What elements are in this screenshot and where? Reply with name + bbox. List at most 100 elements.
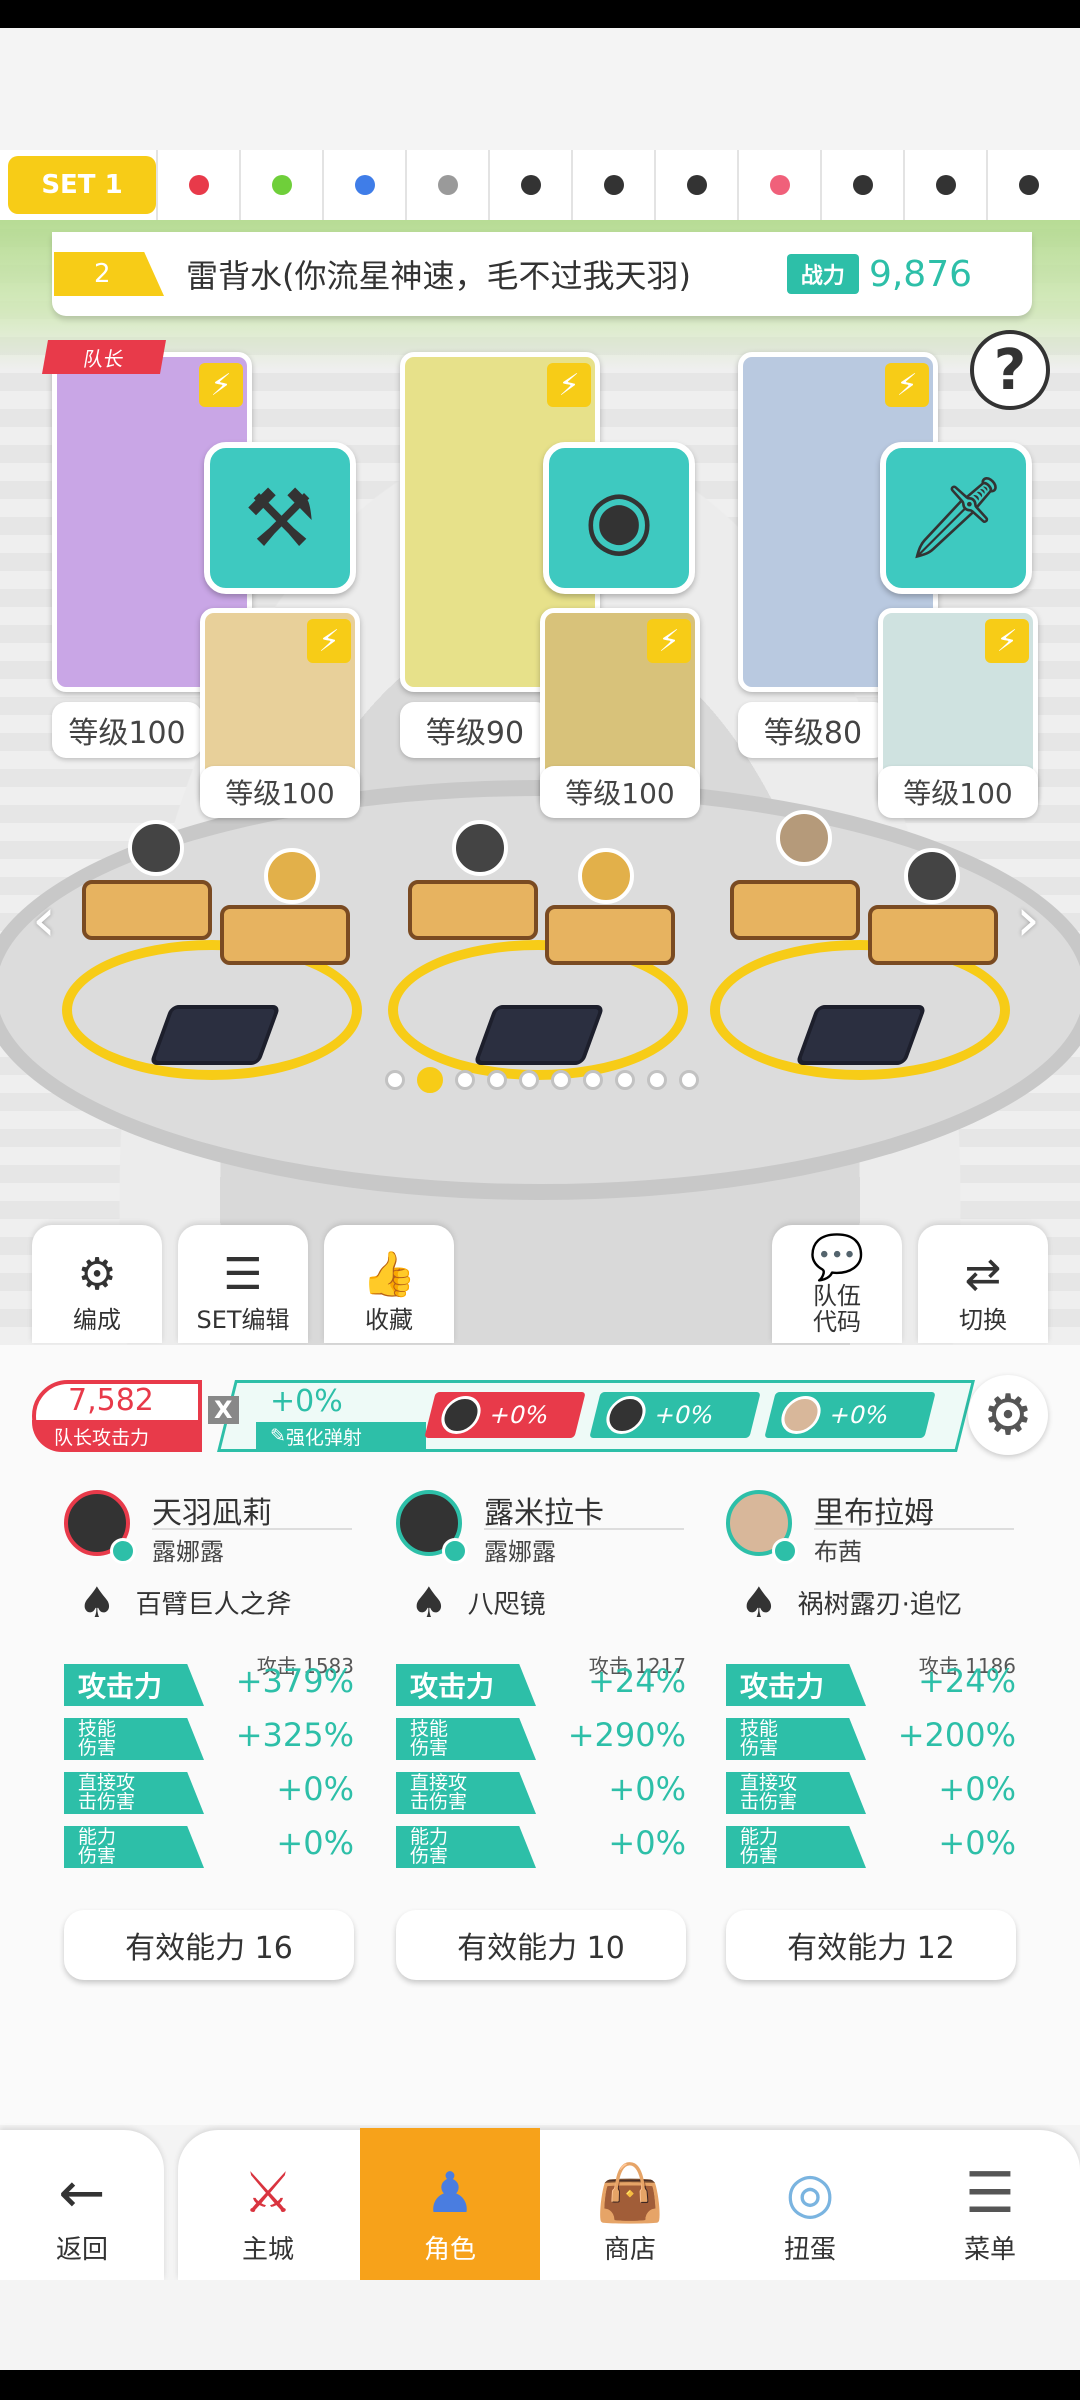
settings-gear-icon[interactable]: ⚙	[968, 1375, 1048, 1455]
gacha-icon: ◎	[785, 2161, 835, 2226]
page-dot[interactable]	[385, 1070, 405, 1090]
back-button[interactable]: ← 返回	[0, 2130, 164, 2280]
stat-label: 直接攻 击伤害	[726, 1772, 866, 1814]
weapon-type-icon: ♠	[410, 1577, 448, 1627]
stat-value: +0%	[938, 1770, 1016, 1808]
set-dot	[271, 175, 292, 195]
chibi-sprite	[578, 848, 634, 904]
next-arrow-icon[interactable]: ›	[1008, 885, 1048, 955]
stat-row: 技能 伤害 +325%	[64, 1716, 354, 1760]
set-slot[interactable]	[986, 150, 1069, 220]
set-slot[interactable]	[654, 150, 737, 220]
weapon-row: ♠ 祸树露刃·追忆	[740, 1576, 962, 1628]
set-tab-active[interactable]: SET 1	[8, 156, 156, 214]
platform-block	[220, 905, 350, 965]
hero-name: 露米拉卡	[484, 1496, 604, 1531]
set-dot	[935, 175, 956, 195]
set-dot	[437, 175, 458, 195]
hero-level: 等级90	[400, 702, 550, 758]
nav-shop[interactable]: 👜 商店	[540, 2130, 720, 2280]
page-dot[interactable]	[551, 1070, 571, 1090]
axe-icon: ⚒	[244, 471, 316, 565]
weapon-slot[interactable]: ◉	[543, 442, 695, 594]
page-dot[interactable]	[647, 1070, 667, 1090]
nav-label: 商店	[603, 2235, 656, 2265]
weapon-slot[interactable]: ⚒	[204, 442, 356, 594]
set-dot	[354, 175, 375, 195]
effective-ability-button[interactable]: 有效能力 10	[396, 1910, 686, 1980]
stat-label: 技能 伤害	[64, 1718, 204, 1760]
element-badge-icon	[442, 1538, 468, 1564]
stat-value: +325%	[235, 1716, 354, 1754]
set-slot[interactable]	[405, 150, 488, 220]
chibi-sprite	[128, 820, 184, 876]
lightning-icon: ⚡	[985, 619, 1029, 663]
bottom-nav: ← 返回 ⚔ 主城 ♟ 角色 👜 商店 ◎ 扭蛋 ☰ 菜单	[0, 2120, 1080, 2280]
page-dot-active[interactable]	[417, 1067, 443, 1093]
lightning-icon: ⚡	[647, 619, 691, 663]
prev-arrow-icon[interactable]: ‹	[24, 885, 64, 955]
stat-label: 攻击力	[726, 1664, 866, 1706]
bounce-buff-label: ✎ 强化弹射	[256, 1422, 426, 1450]
page-dot[interactable]	[455, 1070, 475, 1090]
favorite-button[interactable]: 👍 收藏	[324, 1225, 454, 1343]
help-button[interactable]: ?	[970, 330, 1050, 410]
effective-ability-button[interactable]: 有效能力 16	[64, 1910, 354, 1980]
leader-attack-value: 7,582	[68, 1383, 154, 1418]
hero-buff-chip: +0%	[424, 1392, 586, 1438]
page-dot[interactable]	[679, 1070, 699, 1090]
stat-label: 攻击力	[64, 1664, 204, 1706]
chibi-sprite	[452, 820, 508, 876]
set-dot	[188, 175, 209, 195]
switch-button[interactable]: ⇄ 切换	[918, 1225, 1048, 1343]
page-dot[interactable]	[487, 1070, 507, 1090]
favorite-label: 收藏	[365, 1306, 413, 1334]
element-badge-icon	[772, 1538, 798, 1564]
hero-mini-avatar	[602, 1396, 650, 1434]
switch-label: 切换	[959, 1306, 1007, 1334]
set-dot	[520, 175, 541, 195]
stat-row: 直接攻 击伤害 +0%	[726, 1770, 1016, 1814]
set-slot[interactable]	[488, 150, 571, 220]
set-slot[interactable]	[903, 150, 986, 220]
gem-tile	[473, 1005, 605, 1065]
page-dot[interactable]	[519, 1070, 539, 1090]
nav-main-city[interactable]: ⚔ 主城	[178, 2130, 358, 2280]
support-level: 等级100	[200, 766, 360, 818]
stat-value: +24%	[918, 1662, 1016, 1700]
bounce-buff-value: +0%	[270, 1384, 343, 1419]
formation-button[interactable]: ⚙ 编成	[32, 1225, 162, 1343]
weapon-slot[interactable]: 🗡	[880, 442, 1032, 594]
thumbs-up-icon: 👍	[361, 1249, 417, 1300]
nav-menu[interactable]: ☰ 菜单	[900, 2130, 1080, 2280]
set-slot[interactable]	[239, 150, 322, 220]
weapon-name: 八咫镜	[467, 1589, 546, 1620]
page-dot[interactable]	[615, 1070, 635, 1090]
nav-character[interactable]: ♟ 角色	[360, 2128, 540, 2280]
stat-row: 技能 伤害 +290%	[396, 1716, 686, 1760]
element-badge-icon	[110, 1538, 136, 1564]
set-slot[interactable]	[156, 150, 239, 220]
page-dot[interactable]	[583, 1070, 603, 1090]
team-header[interactable]: 2 雷背水(你流星神速，毛不过我天羽) 战力 9,876	[52, 232, 1032, 316]
shop-bag-icon: 👜	[595, 2161, 665, 2226]
set-edit-button[interactable]: ☰ SET编辑	[178, 1225, 308, 1343]
system-bar	[0, 2280, 1080, 2370]
set-slot[interactable]	[571, 150, 654, 220]
team-name: 雷背水(你流星神速，毛不过我天羽)	[186, 257, 691, 295]
power-value: 9,876	[868, 253, 972, 295]
stat-row: 能力 伤害 +0%	[726, 1824, 1016, 1868]
nav-label: 菜单	[963, 2235, 1016, 2265]
platform-block	[730, 880, 860, 940]
leader-attack-label: 队长攻击力	[32, 1420, 202, 1452]
stat-value: +0%	[938, 1824, 1016, 1862]
team-code-button[interactable]: 💬 队伍 代码	[772, 1225, 902, 1343]
nav-gacha[interactable]: ◎ 扭蛋	[720, 2130, 900, 2280]
page-indicator	[385, 1067, 699, 1093]
hero-buff-chip: +0%	[764, 1392, 936, 1438]
effective-ability-button[interactable]: 有效能力 12	[726, 1910, 1016, 1980]
set-dot	[1018, 175, 1039, 195]
set-slot[interactable]	[322, 150, 405, 220]
set-slot[interactable]	[820, 150, 903, 220]
set-slot[interactable]	[737, 150, 820, 220]
